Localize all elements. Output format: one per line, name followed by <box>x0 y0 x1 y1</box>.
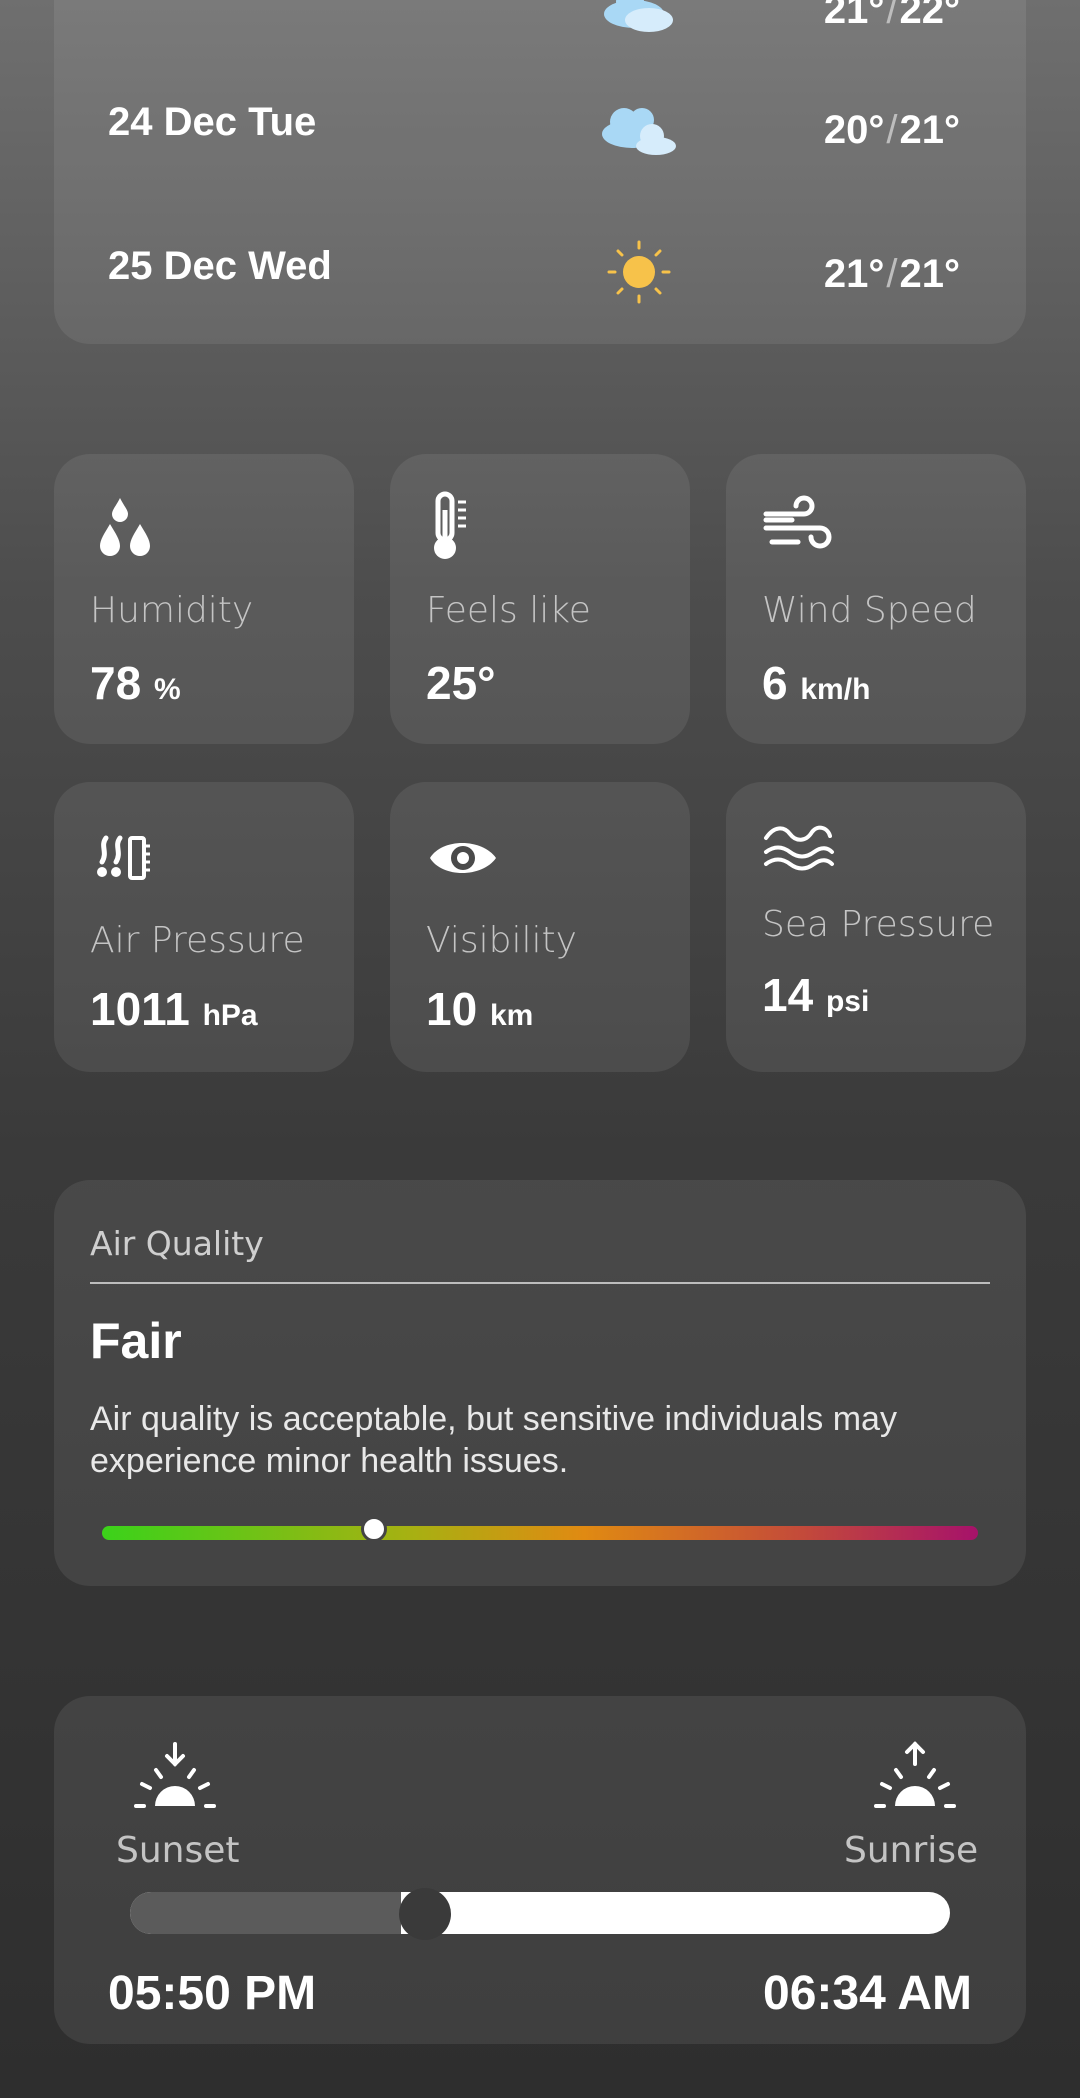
forecast-row[interactable]: 25 Dec Wed 21°/21° <box>54 238 1026 318</box>
air-pressure-value: 1011 hPa <box>90 983 258 1035</box>
visibility-label: Visibility <box>426 920 577 961</box>
forecast-temp: 20°/21° <box>823 108 960 152</box>
sunrise-time: 06:34 AM <box>763 1967 972 2020</box>
air-quality-indicator <box>360 1516 387 1542</box>
air-quality-title: Air Quality <box>90 1224 264 1263</box>
waves-icon <box>764 825 834 871</box>
sun-times-card[interactable]: Sunset Sunrise 05:50 PM 06:34 AM <box>54 1696 1026 2044</box>
forecast-row[interactable]: 24 Dec Tue 20°/21° <box>54 94 1026 174</box>
wind-speed-label: Wind Speed <box>762 590 977 631</box>
visibility-value: 10 km <box>426 983 534 1035</box>
air-quality-level: Fair <box>90 1313 182 1369</box>
cloudy-icon <box>602 108 676 155</box>
visibility-tile[interactable]: Visibility 10 km <box>390 782 690 1072</box>
thermometer-icon <box>434 491 466 559</box>
sunrise-icon <box>874 1741 956 1808</box>
wind-speed-tile[interactable]: Wind Speed 6 km/h <box>726 454 1026 744</box>
forecast-row[interactable]: 21°/22° <box>54 0 1026 54</box>
moon-icon <box>398 1888 451 1940</box>
sun-progress-fill <box>130 1892 401 1934</box>
cloudy-icon <box>604 0 673 32</box>
air-pressure-label: Air Pressure <box>90 920 305 961</box>
feels-like-label: Feels like <box>426 590 591 631</box>
forecast-temp: 21°/22° <box>823 0 960 32</box>
sunset-time: 05:50 PM <box>108 1967 317 2020</box>
feels-like-tile[interactable]: Feels like 25° <box>390 454 690 744</box>
sunny-icon <box>607 240 671 304</box>
daily-forecast-card: 21°/22° 24 Dec Tue 20°/21° 25 Dec Wed 21… <box>54 0 1026 344</box>
sea-pressure-tile[interactable]: Sea Pressure 14 psi <box>726 782 1026 1072</box>
humidity-tile[interactable]: Humidity 78 % <box>54 454 354 744</box>
sunset-label: Sunset <box>116 1830 240 1871</box>
forecast-date: 25 Dec Wed <box>108 244 332 288</box>
wind-icon <box>763 495 832 549</box>
sunset-icon <box>134 1742 216 1808</box>
sea-pressure-label: Sea Pressure <box>762 904 995 945</box>
humidity-label: Humidity <box>90 590 254 631</box>
forecast-date: 24 Dec Tue <box>108 100 317 144</box>
feels-like-value: 25° <box>426 657 496 709</box>
sea-pressure-value: 14 psi <box>762 969 870 1021</box>
pressure-gauge-icon <box>97 835 150 880</box>
air-quality-card[interactable]: Air Quality Fair Air quality is acceptab… <box>54 1180 1026 1586</box>
sunrise-label: Sunrise <box>844 1830 979 1871</box>
divider <box>90 1282 990 1284</box>
eye-icon <box>430 843 496 873</box>
forecast-temp: 21°/21° <box>823 252 960 296</box>
air-pressure-tile[interactable]: Air Pressure 1011 hPa <box>54 782 354 1072</box>
air-quality-scale-bar <box>102 1526 978 1540</box>
air-quality-description: Air quality is acceptable, but sensitive… <box>90 1400 897 1480</box>
wind-speed-value: 6 km/h <box>762 657 871 709</box>
humidity-drops-icon <box>100 498 150 556</box>
humidity-value: 78 % <box>90 657 181 709</box>
